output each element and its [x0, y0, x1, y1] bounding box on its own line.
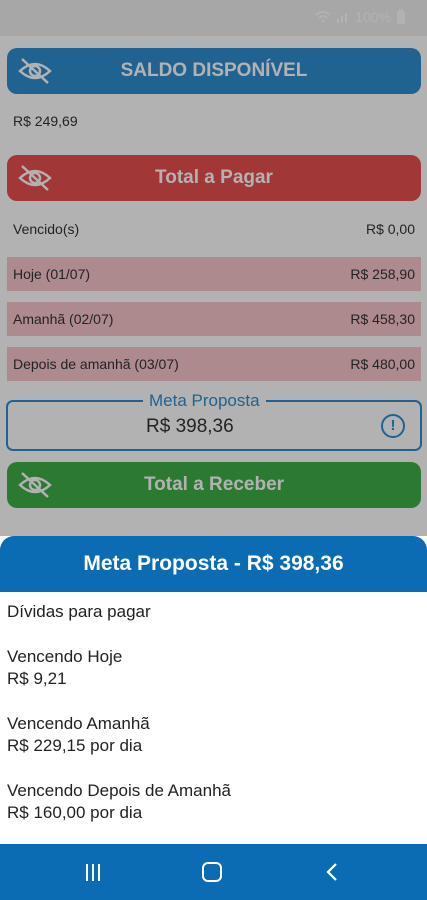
- sheet-item-value: R$ 229,15 por dia: [7, 736, 143, 755]
- back-chevron-icon: [326, 863, 337, 881]
- modal-scrim[interactable]: [0, 0, 427, 536]
- sheet-item-value: R$ 9,21: [7, 669, 67, 688]
- sheet-header: Meta Proposta - R$ 398,36: [0, 536, 427, 592]
- android-nav-bar: [0, 844, 427, 900]
- sheet-item-value: R$ 160,00 por dia: [7, 803, 143, 822]
- recent-apps-icon: [86, 863, 100, 881]
- sheet-item-label: Vencendo Depois de Amanhã: [7, 781, 232, 800]
- home-button[interactable]: [198, 858, 226, 886]
- sheet-item-label: Vencendo Hoje: [7, 647, 123, 666]
- meta-proposta-bottom-sheet: Meta Proposta - R$ 398,36 Dívidas para p…: [0, 536, 427, 844]
- sheet-intro: Dívidas para pagar: [7, 602, 151, 621]
- sheet-body: Dívidas para pagar Vencendo Hoje R$ 9,21…: [7, 601, 417, 824]
- home-icon: [202, 862, 222, 882]
- back-button[interactable]: [318, 858, 346, 886]
- recent-apps-button[interactable]: [79, 858, 107, 886]
- sheet-item-label: Vencendo Amanhã: [7, 714, 150, 733]
- sheet-title: Meta Proposta - R$ 398,36: [83, 552, 344, 575]
